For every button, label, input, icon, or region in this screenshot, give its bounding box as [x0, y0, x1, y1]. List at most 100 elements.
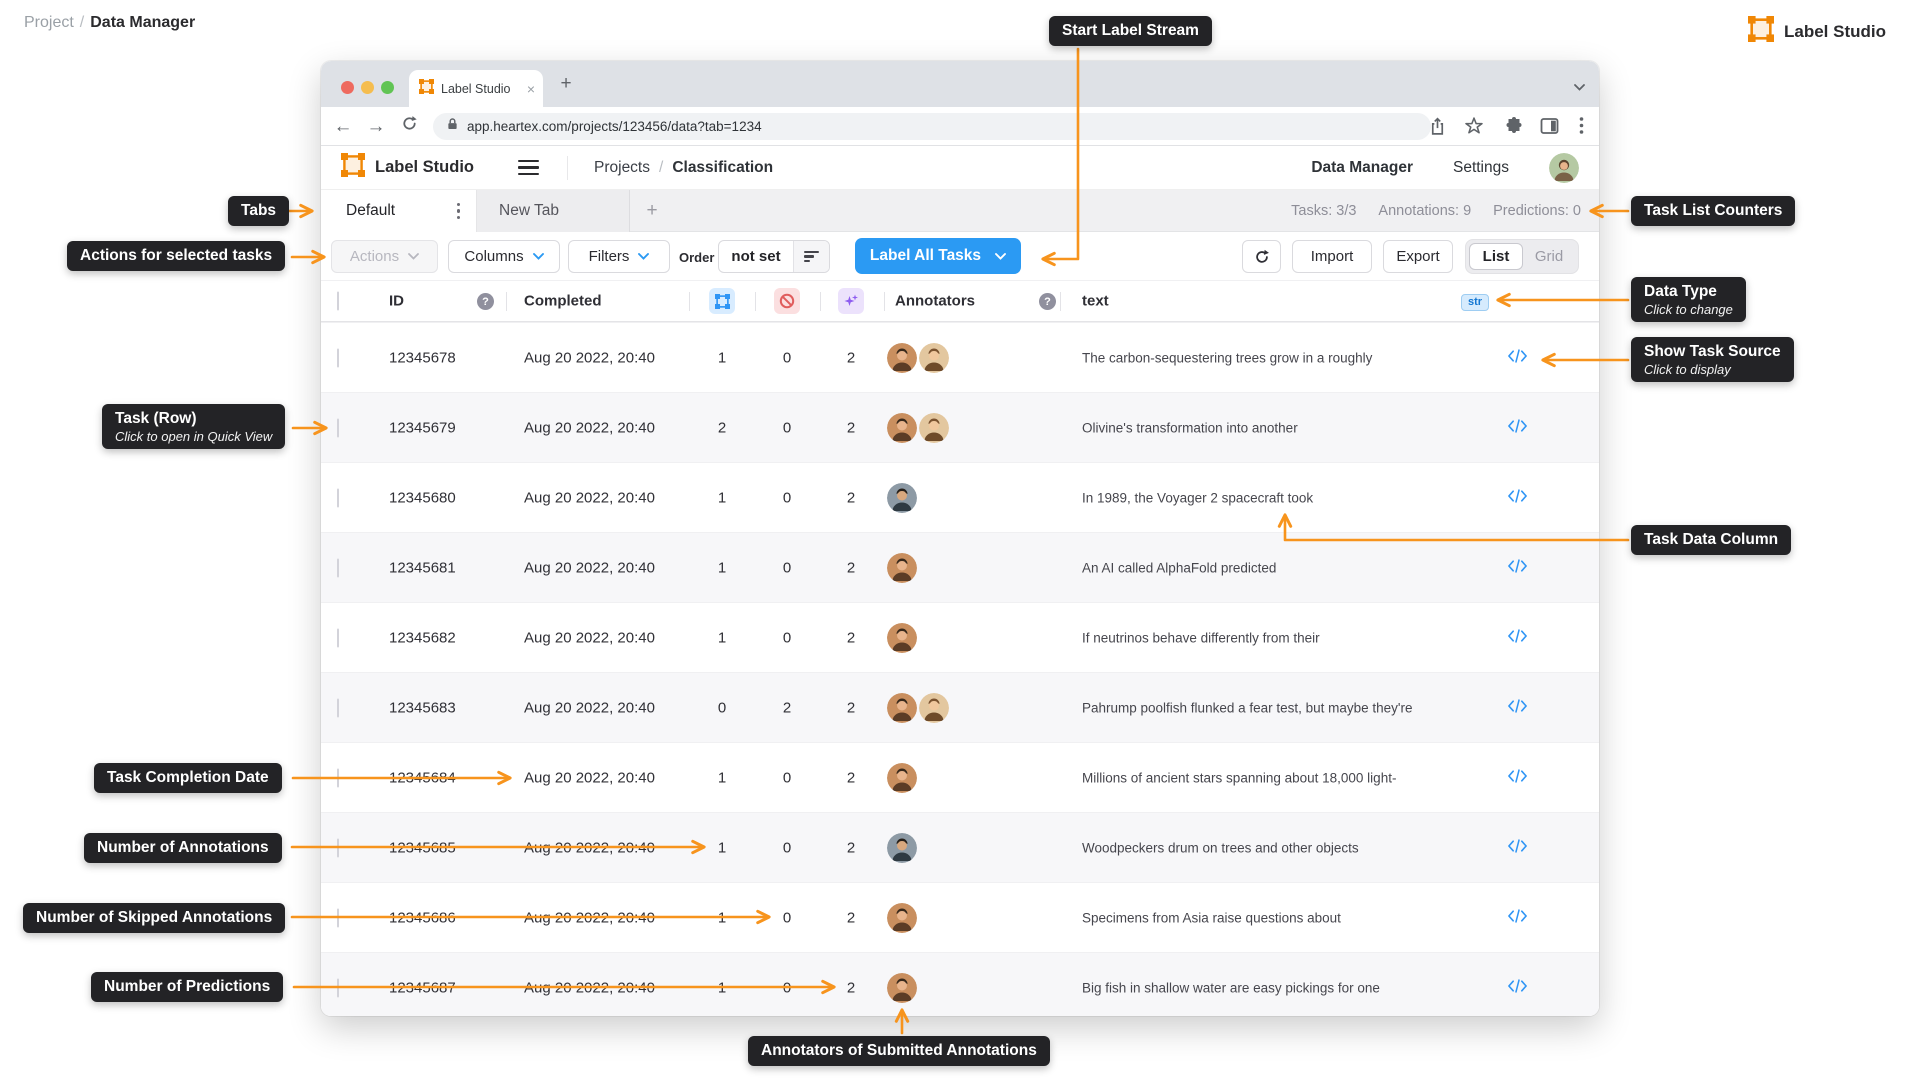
annotator-avatar[interactable]: [887, 832, 917, 863]
reload-icon[interactable]: [397, 115, 421, 139]
address-bar-url[interactable]: app.heartex.com/projects/123456/data?tab…: [467, 119, 762, 134]
order-control[interactable]: not set: [718, 240, 830, 273]
show-source-icon[interactable]: [1507, 698, 1529, 718]
annotator-avatar[interactable]: [919, 412, 949, 443]
column-completed[interactable]: Completed: [524, 293, 602, 310]
table-row[interactable]: 12345685 Aug 20 2022, 20:40 1 0 2 Woodpeckers…: [321, 812, 1599, 882]
table-row[interactable]: 12345678 Aug 20 2022, 20:40 1 0 2 The carbon-…: [321, 322, 1599, 392]
data-type-badge[interactable]: str: [1461, 294, 1490, 311]
table-row[interactable]: 12345683 Aug 20 2022, 20:40 0 2 2 Pahrump poo…: [321, 672, 1599, 742]
address-bar[interactable]: app.heartex.com/projects/123456/data?tab…: [433, 113, 1431, 140]
tab-new-tab[interactable]: New Tab: [477, 190, 630, 232]
row-checkbox[interactable]: [337, 488, 339, 507]
browser-menu-dots-icon[interactable]: [1579, 116, 1584, 140]
annotator-avatar[interactable]: [887, 342, 917, 373]
share-icon[interactable]: [1429, 117, 1446, 141]
sort-icon[interactable]: [793, 241, 829, 272]
view-toggle-grid[interactable]: Grid: [1523, 248, 1575, 265]
row-id: 12345686: [389, 909, 456, 926]
annotator-avatar[interactable]: [887, 552, 917, 583]
zoom-window-button[interactable]: [381, 81, 394, 94]
annotator-avatar[interactable]: [887, 902, 917, 933]
row-checkbox[interactable]: [337, 838, 339, 857]
column-id[interactable]: ID: [389, 293, 404, 310]
refresh-button[interactable]: [1242, 240, 1281, 273]
show-source-icon[interactable]: [1507, 978, 1529, 998]
row-checkbox[interactable]: [337, 628, 339, 647]
row-checkbox[interactable]: [337, 908, 339, 927]
columns-dropdown[interactable]: Columns: [448, 240, 560, 273]
table-row[interactable]: 12345684 Aug 20 2022, 20:40 1 0 2 Millions of…: [321, 742, 1599, 812]
annotator-avatar[interactable]: [887, 692, 917, 723]
export-button[interactable]: Export: [1383, 240, 1453, 273]
app-breadcrumb-projects[interactable]: Projects: [594, 159, 650, 176]
show-source-icon[interactable]: [1507, 348, 1529, 368]
help-icon[interactable]: ?: [477, 293, 494, 310]
extensions-puzzle-icon[interactable]: [1505, 116, 1523, 139]
annotator-avatar[interactable]: [887, 762, 917, 793]
order-value[interactable]: not set: [719, 241, 793, 272]
row-completed-date: Aug 20 2022, 20:40: [524, 839, 655, 856]
table-row[interactable]: 12345679 Aug 20 2022, 20:40 2 0 2 Olivine's t…: [321, 392, 1599, 462]
annotator-avatar[interactable]: [887, 412, 917, 443]
row-checkbox[interactable]: [337, 768, 339, 787]
table-row[interactable]: 12345687 Aug 20 2022, 20:40 1 0 2 Big fish in…: [321, 952, 1599, 1016]
row-checkbox[interactable]: [337, 558, 339, 577]
view-toggle-list[interactable]: List: [1469, 243, 1523, 270]
nav-data-manager[interactable]: Data Manager: [1311, 159, 1413, 177]
annotations-count-icon[interactable]: [709, 288, 735, 314]
predictions-count-icon[interactable]: [838, 288, 864, 314]
show-source-icon[interactable]: [1507, 488, 1529, 508]
import-button[interactable]: Import: [1292, 240, 1372, 273]
row-checkbox[interactable]: [337, 418, 339, 437]
table-row[interactable]: 12345680 Aug 20 2022, 20:40 1 0 2 In 1989, th…: [321, 462, 1599, 532]
close-window-button[interactable]: [341, 81, 354, 94]
show-source-icon[interactable]: [1507, 838, 1529, 858]
skipped-count-icon[interactable]: [774, 288, 800, 314]
hamburger-menu-icon[interactable]: [518, 159, 539, 176]
row-annotators: [887, 342, 949, 373]
annotator-avatar[interactable]: [919, 692, 949, 723]
row-checkbox[interactable]: [337, 348, 339, 367]
column-annotators[interactable]: Annotators: [895, 293, 975, 310]
tab-default[interactable]: Default: [321, 190, 477, 232]
help-icon[interactable]: ?: [1039, 293, 1056, 310]
nav-settings[interactable]: Settings: [1453, 159, 1509, 177]
table-row[interactable]: 12345686 Aug 20 2022, 20:40 1 0 2 Specimens f…: [321, 882, 1599, 952]
add-view-tab-button[interactable]: +: [630, 190, 674, 232]
tab-menu-dots-icon[interactable]: [456, 202, 460, 220]
chevron-down-icon[interactable]: [1574, 78, 1585, 96]
show-source-icon[interactable]: [1507, 558, 1529, 578]
back-icon[interactable]: ←: [331, 115, 355, 139]
show-source-icon[interactable]: [1507, 768, 1529, 788]
forward-icon[interactable]: →: [364, 115, 388, 139]
show-source-icon[interactable]: [1507, 628, 1529, 648]
breadcrumb-project[interactable]: Project: [24, 14, 74, 31]
annotator-avatar[interactable]: [887, 482, 917, 513]
label-all-tasks-button[interactable]: Label All Tasks: [855, 238, 1021, 274]
row-skipped-count: 0: [782, 419, 792, 436]
minimize-window-button[interactable]: [361, 81, 374, 94]
table-row[interactable]: 12345682 Aug 20 2022, 20:40 1 0 2 If neutrino…: [321, 602, 1599, 672]
select-all-checkbox[interactable]: [337, 291, 339, 311]
actions-dropdown[interactable]: Actions: [331, 240, 438, 273]
show-source-icon[interactable]: [1507, 908, 1529, 928]
new-tab-button[interactable]: +: [555, 73, 577, 95]
table-row[interactable]: 12345681 Aug 20 2022, 20:40 1 0 2 An AI calle…: [321, 532, 1599, 602]
filters-dropdown[interactable]: Filters: [568, 240, 670, 273]
row-checkbox[interactable]: [337, 978, 339, 997]
column-text[interactable]: text: [1082, 293, 1109, 310]
user-avatar[interactable]: [1549, 152, 1579, 183]
row-predictions-count: 2: [846, 909, 856, 926]
callout-actions: Actions for selected tasks: [67, 241, 286, 271]
bookmark-star-icon[interactable]: [1465, 117, 1483, 140]
annotator-avatar[interactable]: [919, 342, 949, 373]
show-source-icon[interactable]: [1507, 418, 1529, 438]
close-tab-icon[interactable]: ×: [527, 81, 535, 97]
row-checkbox[interactable]: [337, 698, 339, 717]
annotator-avatar[interactable]: [887, 972, 917, 1003]
row-skipped-count: 0: [782, 489, 792, 506]
browser-tab[interactable]: Label Studio ×: [409, 70, 543, 107]
side-panel-icon[interactable]: [1540, 118, 1559, 139]
annotator-avatar[interactable]: [887, 622, 917, 653]
